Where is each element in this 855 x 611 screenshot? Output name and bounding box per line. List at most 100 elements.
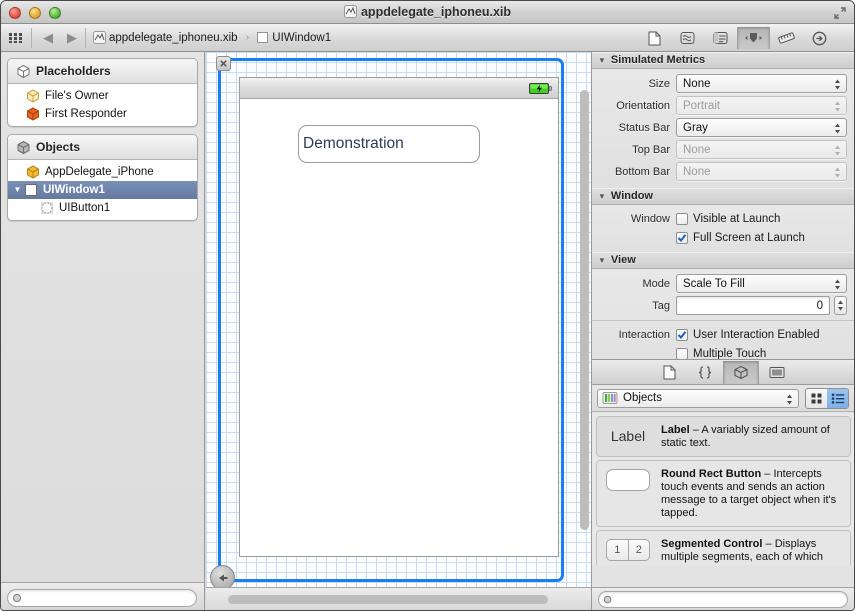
connections-inspector-tab[interactable] (803, 27, 836, 49)
tree-label-first-responder: First Responder (45, 108, 127, 120)
media-tab[interactable] (759, 361, 795, 384)
grid-squares-icon (811, 393, 822, 403)
breadcrumb-label-xib: appdelegate_iphoneu.xib (109, 32, 238, 44)
fullscreen-icon[interactable] (833, 6, 847, 20)
scrollbar-thumb[interactable] (228, 595, 548, 604)
tree-item-uibutton1[interactable]: UIButton1 (8, 199, 197, 217)
connections-arrow-icon (812, 31, 827, 45)
inspector-divider (592, 320, 854, 321)
forward-arrow-icon[interactable]: ▶ (63, 30, 81, 46)
checkbox-multiple-touch[interactable] (676, 347, 688, 359)
section-header-simulated-metrics[interactable]: ▼ Simulated Metrics (592, 52, 854, 69)
library-search-input[interactable] (618, 593, 840, 607)
field-row-bottom-bar: Bottom Bar None (592, 161, 854, 182)
disclosure-triangle-icon[interactable]: ▼ (12, 181, 23, 199)
sidebar-search-input[interactable] (28, 591, 190, 606)
section-title-view: View (610, 254, 636, 266)
checkbox-label-user-interaction-enabled: User Interaction Enabled (693, 328, 820, 341)
file-inspector-tab[interactable] (638, 27, 671, 49)
chevron-updown-icon (835, 279, 840, 290)
library-item-segmented-control[interactable]: 1 2 Segmented Control – Displays multipl… (596, 530, 851, 565)
library-item-description: Segmented Control – Displays multiple se… (661, 537, 845, 565)
window-title-text: appdelegate_iphoneu.xib (360, 5, 512, 19)
cube-solid-icon (734, 365, 748, 379)
checkbox-user-interaction-enabled[interactable] (676, 328, 688, 341)
code-snippets-tab[interactable] (687, 361, 723, 384)
window-title: appdelegate_iphoneu.xib (1, 1, 854, 24)
tag-stepper[interactable] (834, 296, 847, 315)
field-row-status-bar: Status Bar Gray (592, 117, 854, 138)
selected-window-frame[interactable]: Demonstration (210, 56, 564, 587)
back-arrow-icon[interactable]: ◀ (39, 30, 57, 46)
checkbox-label-multiple-touch: Multiple Touch (693, 347, 767, 360)
section-title-simulated-metrics: Simulated Metrics (610, 54, 706, 66)
size-inspector-tab[interactable] (737, 27, 770, 49)
object-cube-icon (27, 165, 39, 179)
round-rect-button-thumb (602, 467, 654, 493)
section-body-view: Mode Scale To Fill Tag 0 Interaction Use… (592, 269, 854, 359)
breadcrumb-item-xib[interactable]: appdelegate_iphoneu.xib (93, 28, 238, 48)
search-icon (12, 593, 22, 603)
library-item-round-rect-button[interactable]: Round Rect Button – Intercepts touch eve… (596, 460, 851, 527)
grid-view-icon[interactable] (8, 30, 24, 46)
checkbox-full-screen-at-launch[interactable] (676, 231, 688, 244)
rotate-handle-icon[interactable] (210, 565, 235, 587)
ruler-icon (778, 32, 795, 44)
library-item-description: Label – A variably sized amount of stati… (661, 423, 845, 450)
canvas-vertical-scrollbar[interactable] (580, 68, 589, 568)
scrollbar-thumb[interactable] (580, 90, 589, 530)
disclosure-triangle-icon[interactable]: ▼ (598, 188, 606, 205)
popup-size[interactable]: None (676, 74, 847, 93)
list-view-button[interactable] (827, 388, 848, 408)
placeholders-panel-header: Placeholders (8, 59, 197, 84)
identity-inspector-tab[interactable] (671, 27, 704, 49)
canvas-horizontal-scrollbar[interactable] (206, 587, 591, 610)
label-interaction: Interaction (618, 328, 670, 341)
popup-bottom-bar[interactable]: None (676, 162, 847, 181)
label-thumb-text: Label (610, 428, 646, 444)
objects-panel: Objects AppDelegate_iPhone ▼ UIWindow1 U… (7, 134, 198, 221)
close-x-icon[interactable] (216, 56, 231, 71)
disclosure-triangle-icon[interactable]: ▼ (598, 52, 606, 69)
icon-view-button[interactable] (806, 388, 827, 408)
file-templates-tab[interactable] (651, 361, 687, 384)
inspector-tab-group (638, 27, 836, 49)
section-body-simulated-metrics: Size None Orientation Portrait Status Ba… (592, 69, 854, 188)
tree-label-uiwindow1: UIWindow1 (43, 184, 105, 196)
library-search-field[interactable] (598, 591, 848, 608)
popup-orientation[interactable]: Portrait (676, 96, 847, 115)
tree-item-files-owner[interactable]: File's Owner (8, 87, 197, 105)
label-window: Window (630, 212, 670, 225)
attributes-inspector-tab[interactable] (704, 27, 737, 49)
disclosure-triangle-icon[interactable]: ▼ (598, 252, 606, 269)
breadcrumb-separator: › (245, 32, 250, 43)
tag-input[interactable]: 0 (676, 296, 830, 315)
library-category-value: Objects (623, 392, 662, 404)
library-category-popup[interactable]: Objects (597, 388, 799, 408)
library-items-list[interactable]: Label Label – A variably sized amount of… (592, 413, 854, 565)
design-canvas[interactable]: Demonstration (206, 52, 591, 587)
popup-status-bar[interactable]: Gray (676, 118, 847, 137)
library-item-dash: – (765, 538, 772, 550)
library-item-label[interactable]: Label Label – A variably sized amount of… (596, 416, 851, 457)
library-tab-group (592, 360, 854, 385)
checkbox-visible-at-launch[interactable] (676, 212, 688, 225)
cube-outline-icon (17, 64, 30, 78)
popup-top-bar[interactable]: None (676, 140, 847, 159)
section-body-window: Window Visible at Launch Full Screen at … (592, 205, 854, 252)
field-row-size: Size None (592, 73, 854, 94)
tree-item-uiwindow1[interactable]: ▼ UIWindow1 (8, 181, 197, 199)
ruler-inspector-tab[interactable] (770, 27, 803, 49)
chevron-updown-icon (835, 145, 840, 156)
tree-item-first-responder[interactable]: First Responder (8, 105, 197, 123)
objects-tab[interactable] (723, 360, 759, 384)
sidebar-search-field[interactable] (7, 589, 197, 607)
popup-mode[interactable]: Scale To Fill (676, 274, 847, 293)
section-header-window[interactable]: ▼ Window (592, 188, 854, 205)
segmented-control-thumb: 1 2 (602, 537, 654, 563)
breadcrumb-item-uiwindow1[interactable]: UIWindow1 (257, 28, 331, 48)
tree-item-appdelegate[interactable]: AppDelegate_iPhone (8, 163, 197, 181)
section-header-view[interactable]: ▼ View (592, 252, 854, 269)
iphone-window-preview[interactable]: Demonstration (239, 77, 559, 557)
demonstration-button[interactable]: Demonstration (298, 125, 480, 163)
